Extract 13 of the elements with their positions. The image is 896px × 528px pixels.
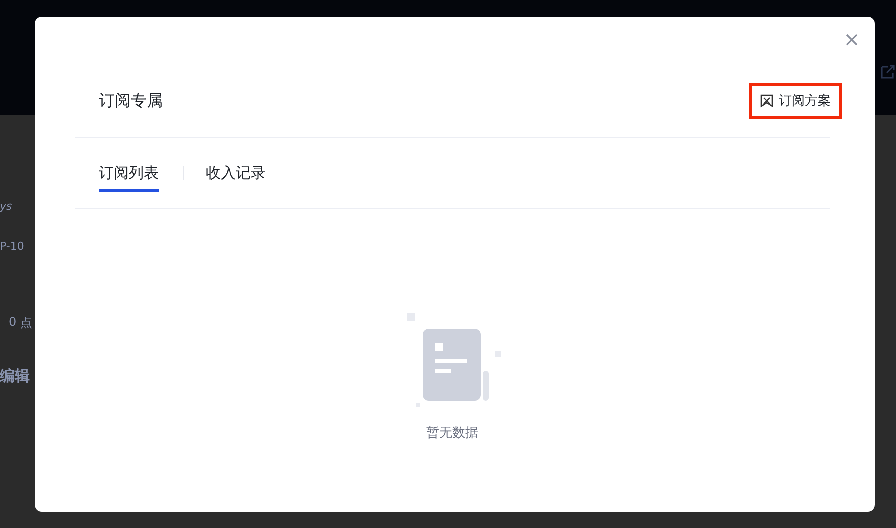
tab[interactable]: 收入记录 — [206, 158, 266, 192]
external-link-icon[interactable] — [880, 64, 896, 80]
bookmark-icon — [760, 94, 774, 108]
background-text: P-10 — [0, 240, 26, 253]
background-text: ys — [0, 200, 14, 213]
subscription-plan-button[interactable]: 订阅方案 — [749, 83, 842, 119]
tab[interactable]: 订阅列表 — [99, 158, 159, 192]
background-text: 编辑 — [0, 367, 31, 386]
background-text: 点 — [20, 315, 33, 332]
dialog-title: 订阅专属 — [99, 90, 163, 112]
background-text: 0 — [9, 315, 17, 331]
empty-message: 暂无数据 — [426, 425, 478, 442]
close-icon[interactable] — [845, 33, 859, 47]
